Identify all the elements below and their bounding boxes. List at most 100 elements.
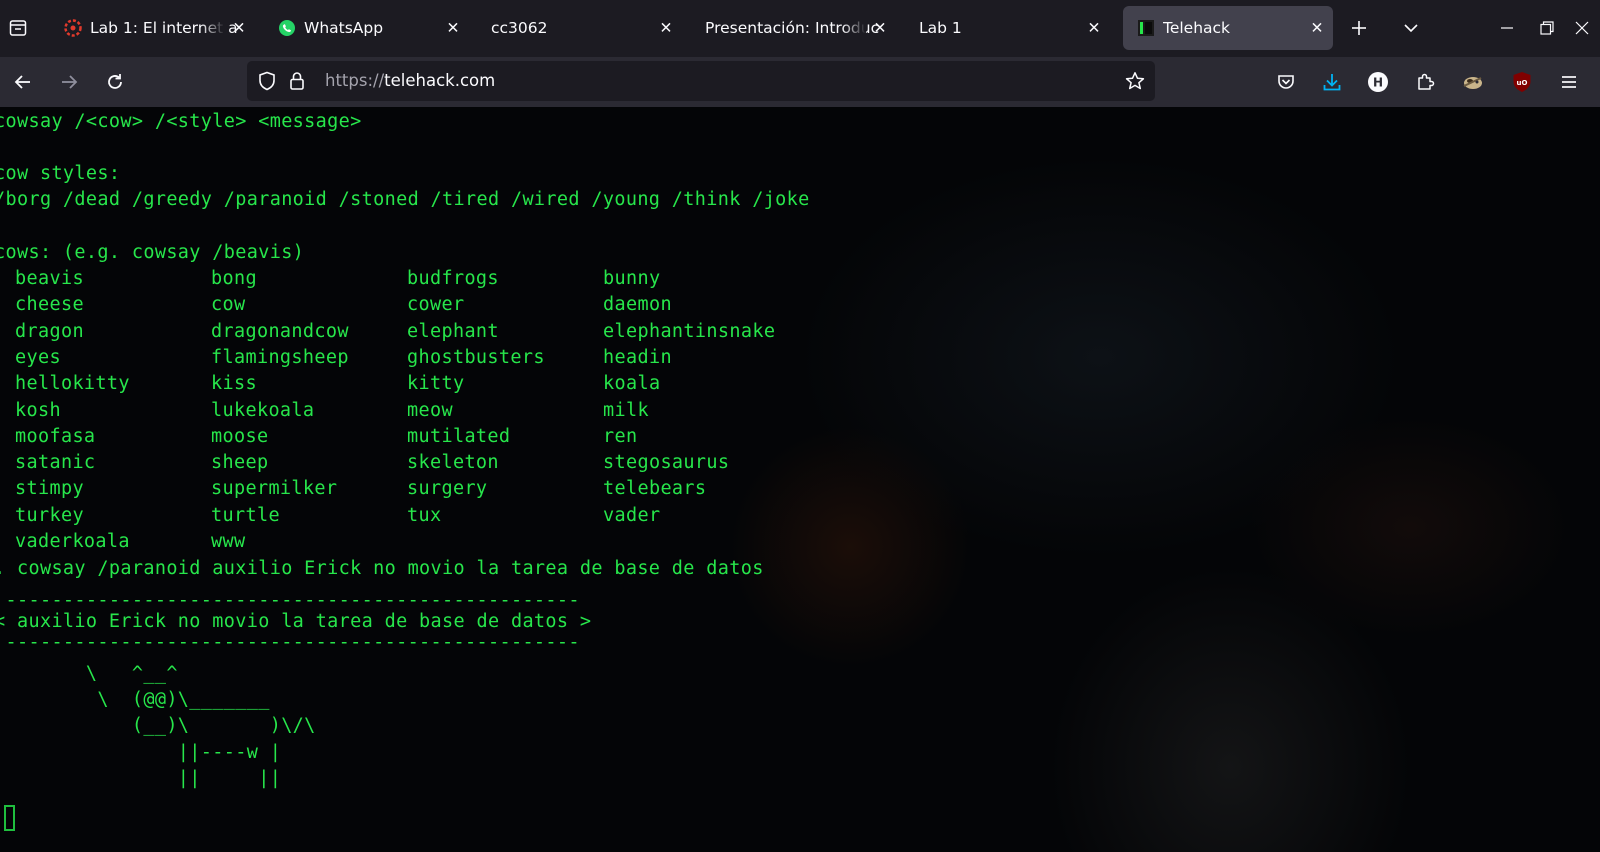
cow-name: daemon (603, 294, 672, 315)
ublock-button[interactable]: uO (1505, 65, 1539, 99)
hamburger-menu-icon (1562, 76, 1576, 88)
cow-name: stegosaurus (603, 452, 730, 473)
shield-icon[interactable] (257, 71, 277, 91)
close-icon[interactable]: ✕ (443, 18, 463, 38)
tab-title: Lab 1 (919, 19, 962, 37)
url-protocol: https:// (325, 71, 385, 90)
terminal-cursor[interactable] (4, 805, 15, 831)
cow-name: bong (211, 268, 257, 289)
minimize-icon (1501, 27, 1513, 29)
download-icon (1323, 74, 1341, 91)
cow-name: kitty (407, 373, 465, 394)
close-icon (1575, 21, 1589, 35)
tab-presentacion[interactable]: Presentación: Introduc ✕ (691, 6, 896, 50)
cow-name: cow (211, 294, 246, 315)
cow-name: koala (603, 373, 661, 394)
extension-h-button[interactable]: H (1361, 65, 1395, 99)
downloads-button[interactable] (1315, 65, 1349, 99)
cow-name: meow (407, 400, 453, 421)
url-text[interactable]: https://telehack.com (325, 71, 495, 90)
cow-name: budfrogs (407, 268, 499, 289)
cow-art-line: \ (@@)\_______ (0, 689, 270, 710)
chevron-down-icon (1404, 24, 1418, 33)
cow-art-line: (__)\ )\/\ (0, 715, 316, 736)
lock-icon[interactable] (287, 71, 307, 91)
url-host: telehack.com (384, 71, 496, 90)
list-all-tabs-button[interactable] (1395, 12, 1427, 44)
cow-name: turtle (211, 505, 280, 526)
app-menu-button[interactable] (1552, 65, 1586, 99)
cow-name: elephantinsnake (603, 321, 776, 342)
svg-text:uO: uO (1517, 79, 1528, 87)
cow-name: turkey (15, 505, 84, 526)
firefox-view-button[interactable] (0, 10, 36, 46)
styles-list: /borg /dead /greedy /paranoid /stoned /t… (0, 189, 810, 210)
cow-name: kiss (211, 373, 257, 394)
cow-name: telebears (603, 478, 707, 499)
canvas-lms-icon (64, 19, 82, 37)
cow-name: dragon (15, 321, 84, 342)
h-extension-icon: H (1368, 72, 1388, 92)
cow-name: moofasa (15, 426, 96, 447)
cow-name: vaderkoala (15, 531, 130, 552)
cow-name: moose (211, 426, 269, 447)
tab-lab1[interactable]: Lab 1 ✕ (905, 6, 1110, 50)
arrow-left-icon (14, 75, 30, 89)
cow-name: cheese (15, 294, 84, 315)
cow-name: ghostbusters (407, 347, 545, 368)
reload-icon (108, 74, 122, 89)
arrow-right-icon (62, 75, 78, 89)
plus-icon (1352, 21, 1366, 35)
tab-telehack[interactable]: Telehack ✕ (1123, 6, 1333, 50)
bookmark-star-icon[interactable] (1125, 71, 1145, 91)
cow-name: stimpy (15, 478, 84, 499)
cow-name: supermilker (211, 478, 338, 499)
styles-heading: cow styles: (0, 163, 121, 184)
close-window-button[interactable] (1566, 12, 1598, 44)
forward-button[interactable] (52, 65, 86, 99)
tab-title: cc3062 (491, 19, 548, 37)
cow-name: eyes (15, 347, 61, 368)
telehack-icon (1137, 19, 1155, 37)
extensions-button[interactable] (1408, 65, 1442, 99)
cow-name: milk (603, 400, 649, 421)
cow-name: dragonandcow (211, 321, 349, 342)
cow-name: sheep (211, 452, 269, 473)
restore-icon (1540, 21, 1554, 35)
close-icon[interactable]: ✕ (1307, 18, 1327, 38)
minimize-button[interactable] (1491, 12, 1523, 44)
close-icon[interactable]: ✕ (870, 18, 890, 38)
cow-name: mutilated (407, 426, 511, 447)
reload-button[interactable] (98, 65, 132, 99)
new-tab-button[interactable] (1343, 12, 1375, 44)
cow-name: skeleton (407, 452, 499, 473)
pocket-icon (1278, 75, 1294, 89)
command-line: . cowsay /paranoid auxilio Erick no movi… (0, 558, 764, 579)
close-icon[interactable]: ✕ (229, 18, 249, 38)
back-button[interactable] (6, 65, 40, 99)
ublock-origin-icon: uO (1513, 72, 1531, 92)
close-icon[interactable]: ✕ (1084, 18, 1104, 38)
cow-art-line: \ ^__^ (0, 663, 178, 684)
tab-whatsapp[interactable]: WhatsApp ✕ (264, 6, 469, 50)
close-icon[interactable]: ✕ (656, 18, 676, 38)
cow-name: bunny (603, 268, 661, 289)
cow-name: ren (603, 426, 638, 447)
telehack-terminal[interactable]: cowsay /<cow> /<style> <message> cow sty… (0, 107, 1600, 852)
usage-line: cowsay /<cow> /<style> <message> (0, 111, 362, 132)
whatsapp-icon (278, 19, 296, 37)
cow-name: flamingsheep (211, 347, 349, 368)
svg-text:H: H (1373, 76, 1383, 90)
extension-bird-button[interactable] (1456, 65, 1490, 99)
cow-name: cower (407, 294, 465, 315)
restore-button[interactable] (1531, 12, 1563, 44)
tab-bar: Lab 1: El internet a ✕ WhatsApp ✕ cc3062… (0, 0, 1600, 57)
tab-lab1-internet[interactable]: Lab 1: El internet a ✕ (50, 6, 255, 50)
cow-name: hellokitty (15, 373, 130, 394)
tab-title: Presentación: Introduc (705, 19, 880, 37)
puzzle-icon (1418, 73, 1435, 90)
cow-name: lukekoala (211, 400, 315, 421)
pocket-button[interactable] (1269, 65, 1303, 99)
url-bar[interactable]: https://telehack.com (247, 61, 1155, 101)
tab-cc3062[interactable]: cc3062 ✕ (477, 6, 682, 50)
